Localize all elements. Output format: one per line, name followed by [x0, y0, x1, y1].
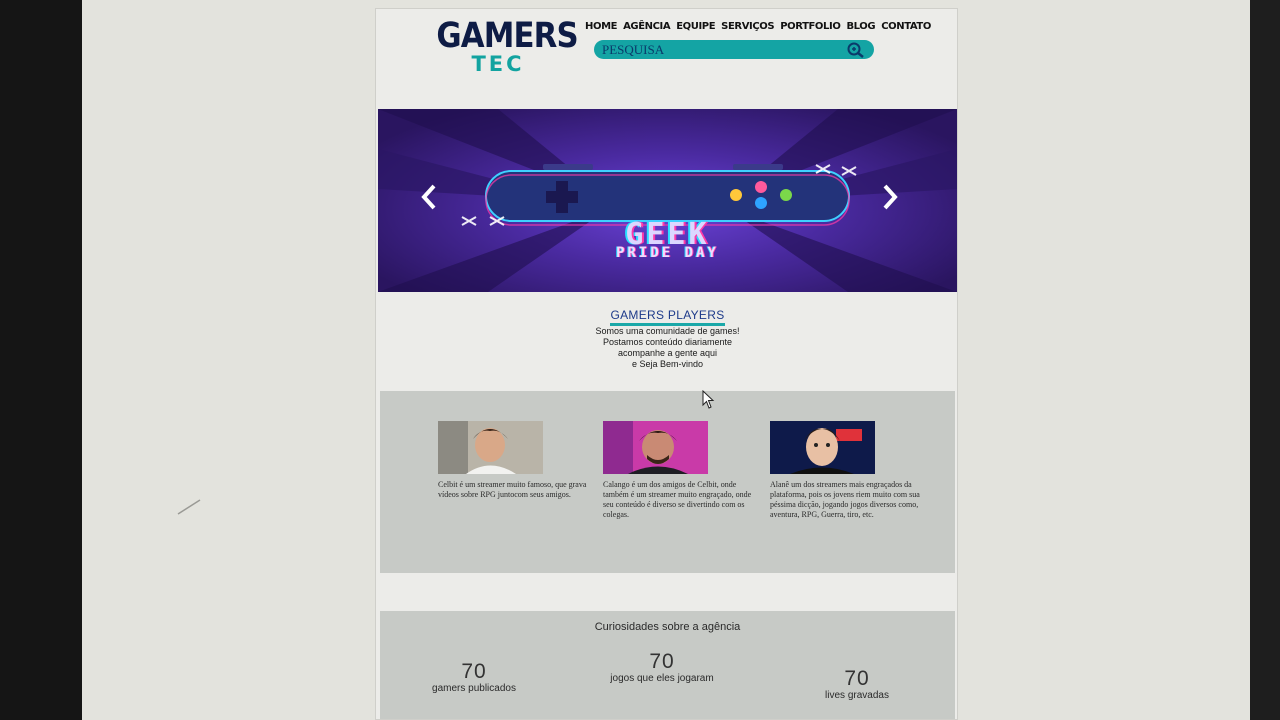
stat-number: 70 [461, 660, 487, 683]
nav-portfolio[interactable]: PORTFOLIO [780, 21, 841, 32]
team-member-celbit: Celbit é um streamer muito famoso, que g… [438, 421, 588, 500]
logo-main-text: GAMERS [436, 16, 578, 56]
stat-number: 70 [649, 650, 675, 673]
stat-lives: 70 lives gravadas [787, 668, 927, 702]
hero-banner: GEEK PRIDE DAY [378, 109, 957, 292]
stat-gamers: 70 gamers publicados [404, 661, 544, 695]
nav-equipe[interactable]: EQUIPE [676, 21, 715, 32]
carousel-prev-button[interactable] [419, 183, 449, 217]
logo[interactable]: GAMERS TEC [428, 16, 578, 76]
intro-line: acompanhe a gente aqui [617, 348, 718, 358]
monitor-bezel [1250, 0, 1280, 720]
stat-number: 70 [844, 667, 870, 690]
nav-servicos[interactable]: SERVIÇOS [721, 21, 774, 32]
member-bio: Celbit é um streamer muito famoso, que g… [438, 480, 587, 499]
member-bio: Calango é um dos amigos de Celbit, onde … [603, 480, 752, 519]
nav-contato[interactable]: CONTATO [881, 21, 931, 32]
avatar [438, 421, 543, 474]
search-input[interactable] [602, 41, 832, 58]
nav-blog[interactable]: BLOG [846, 21, 875, 32]
stat-jogos: 70 jogos que eles jogaram [592, 651, 732, 685]
logo-sub-text: TEC [471, 52, 525, 76]
curiosidades-section: Curiosidades sobre a agência 70 gamers p… [380, 611, 955, 719]
chevron-left-icon [421, 184, 436, 210]
chevron-right-icon [883, 184, 898, 210]
screen-smudge [177, 499, 201, 515]
stat-label: jogos que eles jogaram [610, 673, 714, 684]
mouse-cursor-icon [702, 390, 715, 409]
team-member-alan: Alanê um dos streamers mais engraçados d… [770, 421, 920, 520]
search-icon[interactable] [844, 41, 866, 58]
team-member-calango: Calango é um dos amigos de Celbit, onde … [603, 421, 753, 520]
team-section: Celbit é um streamer muito famoso, que g… [380, 391, 955, 573]
avatar [603, 421, 708, 474]
curiosidades-title: Curiosidades sobre a agência [594, 621, 741, 633]
search-bar [594, 40, 874, 59]
intro-title: GAMERS PLAYERS [610, 308, 725, 326]
main-nav: HOME AGÊNCIA EQUIPE SERVIÇOS PORTFOLIO B… [585, 21, 931, 32]
section-divider [380, 573, 955, 611]
banner-subtitle: PRIDE DAY [616, 245, 719, 261]
intro-section: GAMERS PLAYERS Somos uma comunidade de g… [376, 299, 957, 389]
site-header: GAMERS TEC HOME AGÊNCIA EQUIPE SERVIÇOS … [376, 9, 957, 107]
stat-label: lives gravadas [825, 690, 889, 701]
website: GAMERS TEC HOME AGÊNCIA EQUIPE SERVIÇOS … [375, 8, 958, 720]
nav-agencia[interactable]: AGÊNCIA [623, 21, 671, 32]
avatar [770, 421, 875, 474]
controller-illustration [378, 109, 957, 292]
intro-line: Postamos conteúdo diariamente [602, 337, 733, 347]
member-bio: Alanê um dos streamers mais engraçados d… [770, 480, 920, 519]
carousel-next-button[interactable] [880, 183, 910, 217]
stat-label: gamers publicados [432, 683, 516, 694]
intro-line: Somos uma comunidade de games! [595, 326, 740, 336]
intro-line: e Seja Bem-vindo [631, 359, 704, 369]
nav-home[interactable]: HOME [585, 21, 617, 32]
